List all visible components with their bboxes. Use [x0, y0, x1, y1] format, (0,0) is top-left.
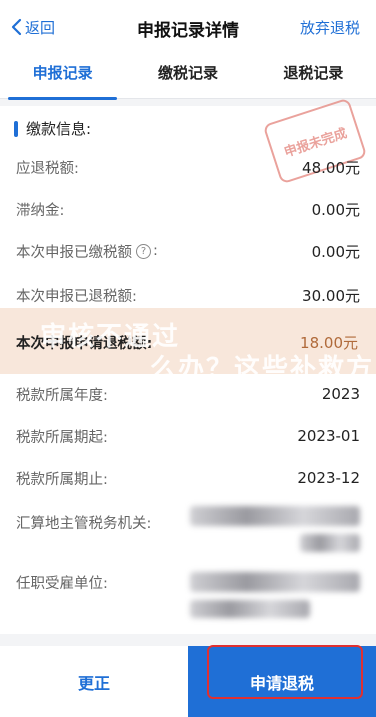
row-late-fee: 滞纳金: 0.00元: [16, 197, 360, 221]
row-label: 本次申报已缴税额: [16, 244, 132, 261]
row-paid-amount: 本次申报已缴税额 ? : 0.00元: [16, 239, 360, 263]
row-tax-year: 税款所属年度: 2023: [16, 382, 360, 406]
row-label: 滞纳金:: [16, 202, 65, 219]
redacted-authority-line-1: [190, 506, 360, 526]
row-label: 汇算地主管税务机关:: [16, 515, 152, 532]
section-header: 缴款信息:: [14, 118, 91, 139]
row-value: 2023-12: [297, 469, 360, 487]
section-title: 缴款信息:: [26, 120, 92, 138]
row-refundable-amount: 应退税额: 48.00元: [16, 155, 360, 179]
row-value: 2023-01: [297, 427, 360, 445]
help-icon[interactable]: ?: [136, 243, 151, 259]
row-period-start: 税款所属期起: 2023-01: [16, 424, 360, 448]
row-refunded-amount: 本次申报已退税额: 30.00元: [16, 283, 360, 307]
tab-declaration-records[interactable]: 申报记录: [0, 52, 125, 100]
highlight-box: [207, 645, 363, 699]
row-label-suffix: :: [153, 243, 158, 259]
row-period-end: 税款所属期止: 2023-12: [16, 466, 360, 490]
section-accent-bar: [14, 120, 18, 137]
tab-bar: 申报记录 缴税记录 退税记录: [0, 52, 376, 100]
overlay-banner: 本次申报申请退税额: 18.00元 审核不通过 么办？这些补救方: [0, 308, 376, 384]
row-label: 应退税额:: [16, 160, 79, 177]
row-value: 30.00元: [302, 286, 360, 305]
redacted-employer-line-1: [190, 572, 360, 592]
tab-refund-records[interactable]: 退税记录: [251, 52, 376, 98]
overlay-caption-line-2: 么办？这些补救方: [150, 354, 375, 384]
row-value: 0.00元: [311, 200, 360, 219]
navigation-bar: 返回 申报记录详情 放弃退税: [0, 0, 376, 52]
redacted-employer-line-2: [190, 600, 310, 618]
row-value: 48.00元: [302, 158, 360, 177]
row-value: 0.00元: [311, 242, 360, 261]
row-label: 任职受雇单位:: [16, 575, 108, 592]
correct-button[interactable]: 更正: [0, 646, 188, 717]
row-label: 税款所属年度:: [16, 387, 108, 404]
row-label: 本次申报已退税额:: [16, 288, 137, 305]
row-value: 2023: [321, 385, 360, 403]
abandon-refund-button[interactable]: 放弃退税: [300, 17, 360, 38]
row-label-wrap: 本次申报已缴税额 ? :: [16, 241, 158, 262]
row-label: 税款所属期起:: [16, 429, 108, 446]
row-label: 税款所属期止:: [16, 471, 108, 488]
redacted-authority-line-2: [300, 534, 360, 552]
tab-payment-records[interactable]: 缴税记录: [125, 52, 250, 98]
